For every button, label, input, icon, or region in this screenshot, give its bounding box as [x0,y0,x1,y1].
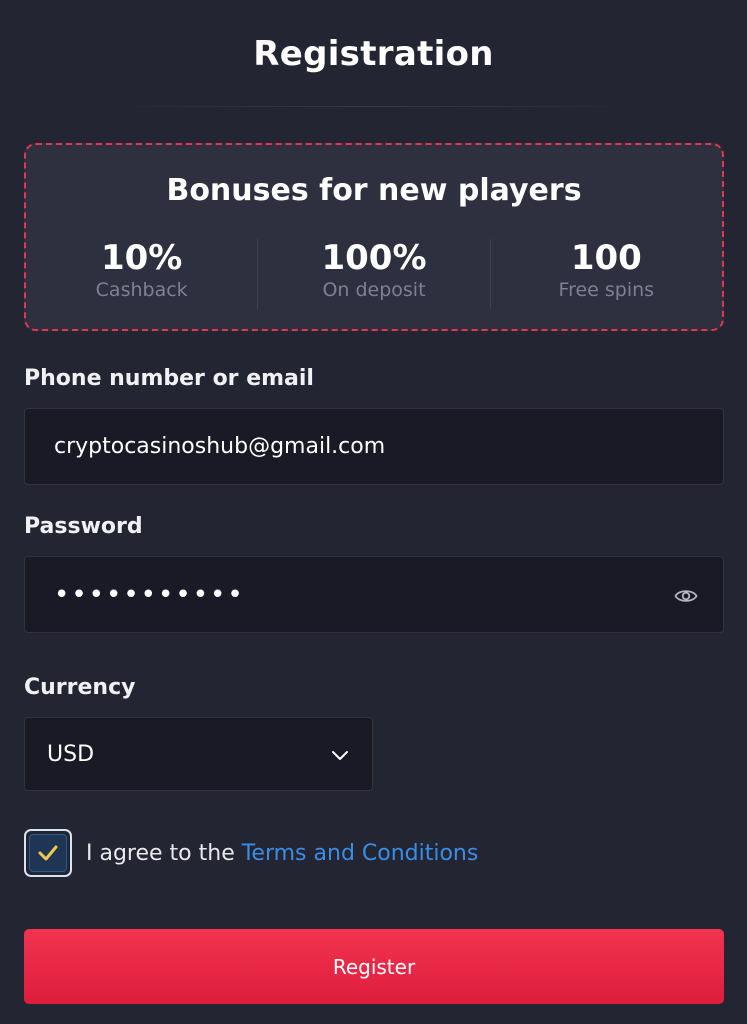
title-divider [110,106,637,107]
contact-input[interactable] [25,409,723,484]
agree-text: I agree to the Terms and Conditions [86,841,478,866]
register-button[interactable]: Register [24,929,724,1004]
bonus-stat-label: On deposit [322,279,426,301]
agree-checkbox[interactable] [24,829,72,877]
contact-label: Phone number or email [24,366,314,391]
bonus-stats: 10% Cashback 100% On deposit 100 Free sp… [26,239,722,309]
password-field [24,556,724,633]
bonus-stat-cashback: 10% Cashback [26,239,257,309]
bonus-stat-value: 100 [570,238,642,278]
currency-select[interactable]: USD [24,717,373,791]
bonus-stat-deposit: 100% On deposit [257,239,489,309]
bonus-stat-free-spins: 100 Free spins [489,238,722,309]
bonus-panel: Bonuses for new players 10% Cashback 100… [24,143,724,331]
bonus-stat-label: Cashback [95,279,188,301]
currency-value: USD [47,741,95,767]
check-icon [38,845,58,861]
bonus-stat-value: 10% [100,238,183,278]
page-title: Registration [253,34,494,74]
currency-label: Currency [24,675,136,700]
password-input[interactable] [25,557,723,632]
checkbox-fill [29,834,67,872]
terms-agreement: I agree to the Terms and Conditions [24,828,478,878]
eye-icon[interactable] [673,583,699,609]
terms-link[interactable]: Terms and Conditions [242,841,479,866]
bonus-stat-label: Free spins [558,279,655,301]
bonus-title: Bonuses for new players [166,173,582,208]
agree-prefix: I agree to the [86,840,242,866]
contact-field [24,408,724,485]
bonus-stat-value: 100% [321,238,427,278]
chevron-down-icon [330,745,350,765]
password-label: Password [24,514,143,539]
registration-page: Registration Bonuses for new players 10%… [0,0,747,1024]
